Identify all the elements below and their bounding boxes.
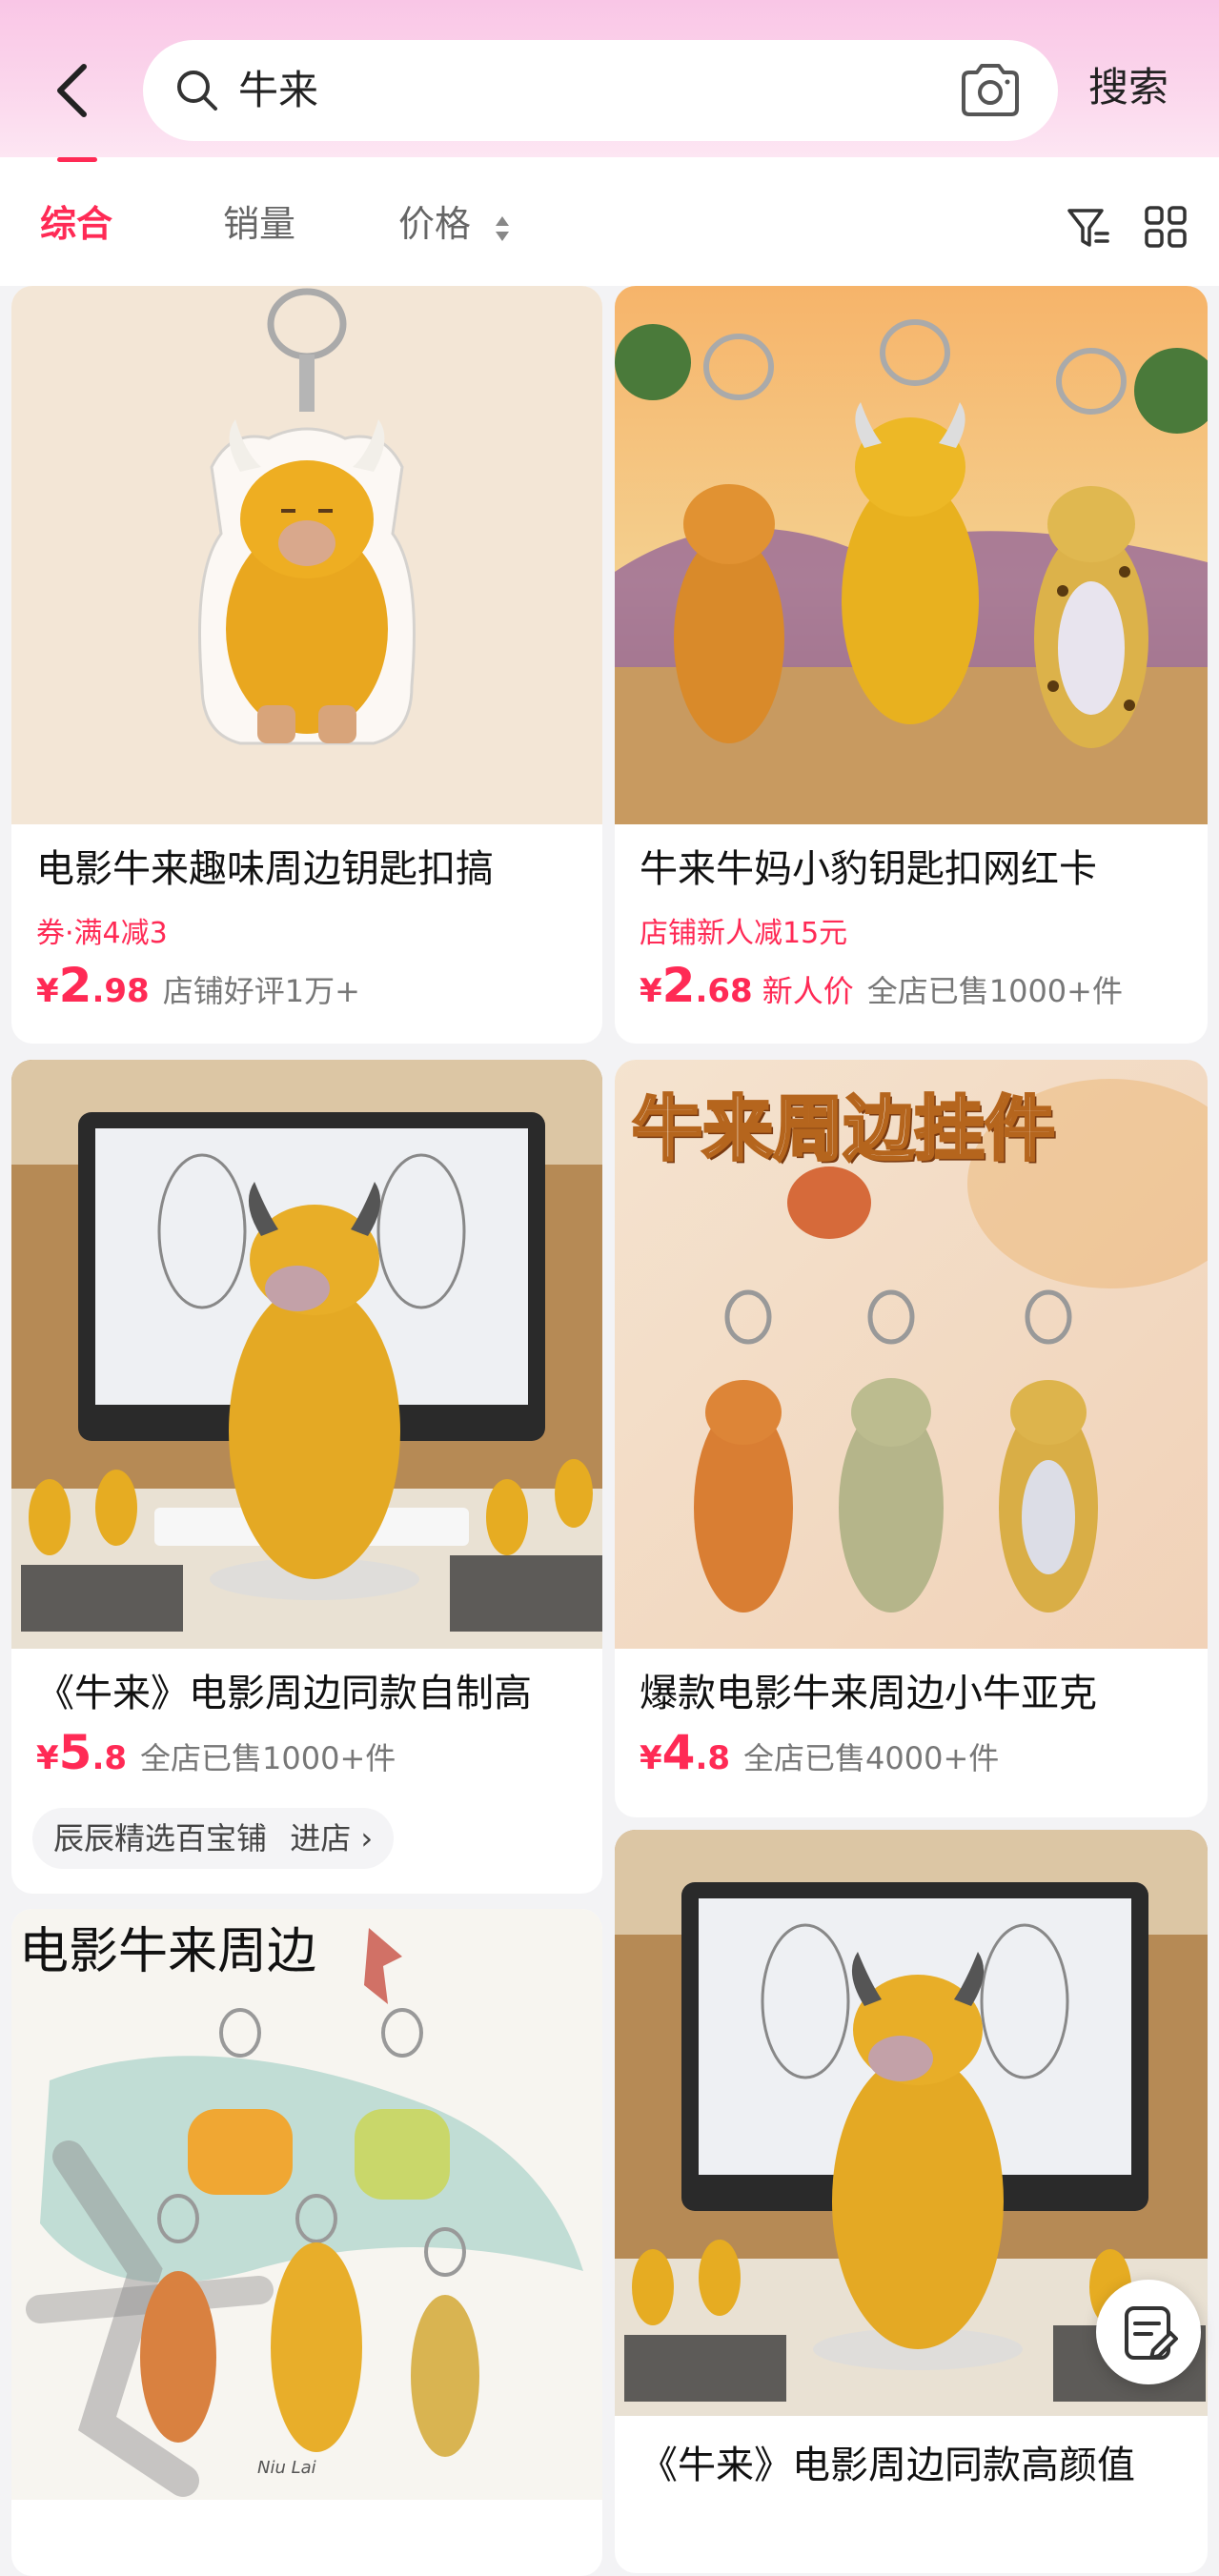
promo-label: 店铺新人减15元 bbox=[640, 917, 848, 950]
shop-entry-chip[interactable]: 辰辰精选百宝铺 进店 › bbox=[32, 1808, 395, 1869]
price-decimal: .98 bbox=[91, 972, 150, 1010]
price-row: ¥4.8 全店已售4000+件 bbox=[640, 1725, 999, 1780]
price-integer: 5 bbox=[58, 1725, 92, 1780]
price-decimal: .8 bbox=[695, 1739, 731, 1777]
currency-symbol: ¥ bbox=[640, 1739, 662, 1777]
edit-note-icon bbox=[1125, 2306, 1178, 2360]
product-image bbox=[615, 286, 1208, 824]
product-card[interactable]: 《牛来》电影周边同款自制高 ¥5.8 全店已售1000+件 辰辰精选百宝铺 进店 … bbox=[11, 1060, 602, 1894]
search-button[interactable]: 搜索 bbox=[1088, 59, 1168, 116]
floating-notes-button[interactable] bbox=[1096, 2280, 1201, 2384]
sold-count: 全店已售1000+件 bbox=[140, 1740, 396, 1776]
product-card[interactable]: 牛来牛妈小豹钥匙扣网红卡 店铺新人减15元 ¥2.68 新人价 全店已售1000+件 bbox=[615, 286, 1208, 1044]
tab-sales[interactable]: 销量 bbox=[223, 200, 295, 248]
grid-view-icon[interactable] bbox=[1144, 205, 1188, 249]
back-button[interactable] bbox=[46, 57, 103, 124]
tab-indicator bbox=[57, 157, 97, 162]
sold-count: 全店已售4000+件 bbox=[743, 1740, 1000, 1776]
price-decimal: .68 bbox=[695, 972, 753, 1010]
search-bar[interactable]: 牛来 bbox=[143, 40, 1058, 141]
search-icon bbox=[177, 71, 217, 111]
price-row: ¥2.98 店铺好评1万+ bbox=[36, 958, 360, 1013]
chevron-left-icon bbox=[57, 64, 87, 117]
sort-bar: 综合 销量 价格 bbox=[0, 157, 1219, 286]
product-image bbox=[11, 1060, 602, 1649]
product-title: 爆款电影牛来周边小牛亚克 bbox=[640, 1672, 1097, 1715]
currency-symbol: ¥ bbox=[36, 972, 59, 1010]
tab-price[interactable]: 价格 bbox=[398, 200, 471, 248]
price-integer: 4 bbox=[661, 1725, 696, 1780]
top-bar: 牛来 搜索 bbox=[0, 0, 1219, 157]
product-card[interactable]: 电影牛来趣味周边钥匙扣搞 券·满4减3 ¥2.98 店铺好评1万+ bbox=[11, 286, 602, 1044]
product-image bbox=[11, 286, 602, 824]
sort-arrows-icon bbox=[496, 216, 509, 241]
promo-label: 券·满4减3 bbox=[36, 917, 168, 950]
price-decimal: .8 bbox=[91, 1739, 128, 1777]
product-card[interactable]: 电影牛来周边 Niu Lai bbox=[11, 1909, 602, 2576]
price-row: ¥5.8 全店已售1000+件 bbox=[36, 1725, 396, 1780]
image-banner-text: 电影牛来周边 bbox=[19, 1923, 317, 1980]
shop-name: 辰辰精选百宝铺 bbox=[53, 1820, 268, 1856]
currency-symbol: ¥ bbox=[36, 1739, 59, 1777]
review-count: 店铺好评1万+ bbox=[162, 973, 360, 1009]
product-title: 牛来牛妈小豹钥匙扣网红卡 bbox=[640, 847, 1097, 891]
image-caption-text: Niu Lai bbox=[257, 2458, 316, 2478]
currency-symbol: ¥ bbox=[640, 972, 662, 1010]
product-title: 《牛来》电影周边同款高颜值 bbox=[640, 2444, 1135, 2487]
sold-count: 全店已售1000+件 bbox=[866, 973, 1123, 1009]
product-title: 电影牛来趣味周边钥匙扣搞 bbox=[36, 847, 494, 891]
product-image: 电影牛来周边 Niu Lai bbox=[11, 1909, 602, 2500]
new-user-price-tag: 新人价 bbox=[762, 973, 854, 1009]
search-input[interactable]: 牛来 bbox=[238, 63, 318, 118]
product-card[interactable]: 牛来周边挂件 爆款电影牛来周边小牛亚克 ¥4.8 全店已售4000+件 bbox=[615, 1060, 1208, 1817]
filter-icon[interactable] bbox=[1066, 205, 1111, 251]
product-title: 《牛来》电影周边同款自制高 bbox=[36, 1672, 532, 1715]
product-image: 牛来周边挂件 bbox=[615, 1060, 1208, 1649]
price-row: ¥2.68 新人价 全店已售1000+件 bbox=[640, 958, 1123, 1013]
price-integer: 2 bbox=[661, 958, 696, 1013]
product-card[interactable]: 《牛来》电影周边同款高颜值 bbox=[615, 1830, 1208, 2573]
tab-comprehensive[interactable]: 综合 bbox=[40, 200, 112, 248]
image-banner-text: 牛来周边挂件 bbox=[631, 1087, 1057, 1172]
price-integer: 2 bbox=[58, 958, 92, 1013]
camera-icon[interactable] bbox=[958, 61, 1023, 118]
enter-shop-link[interactable]: 进店 › bbox=[290, 1820, 373, 1856]
